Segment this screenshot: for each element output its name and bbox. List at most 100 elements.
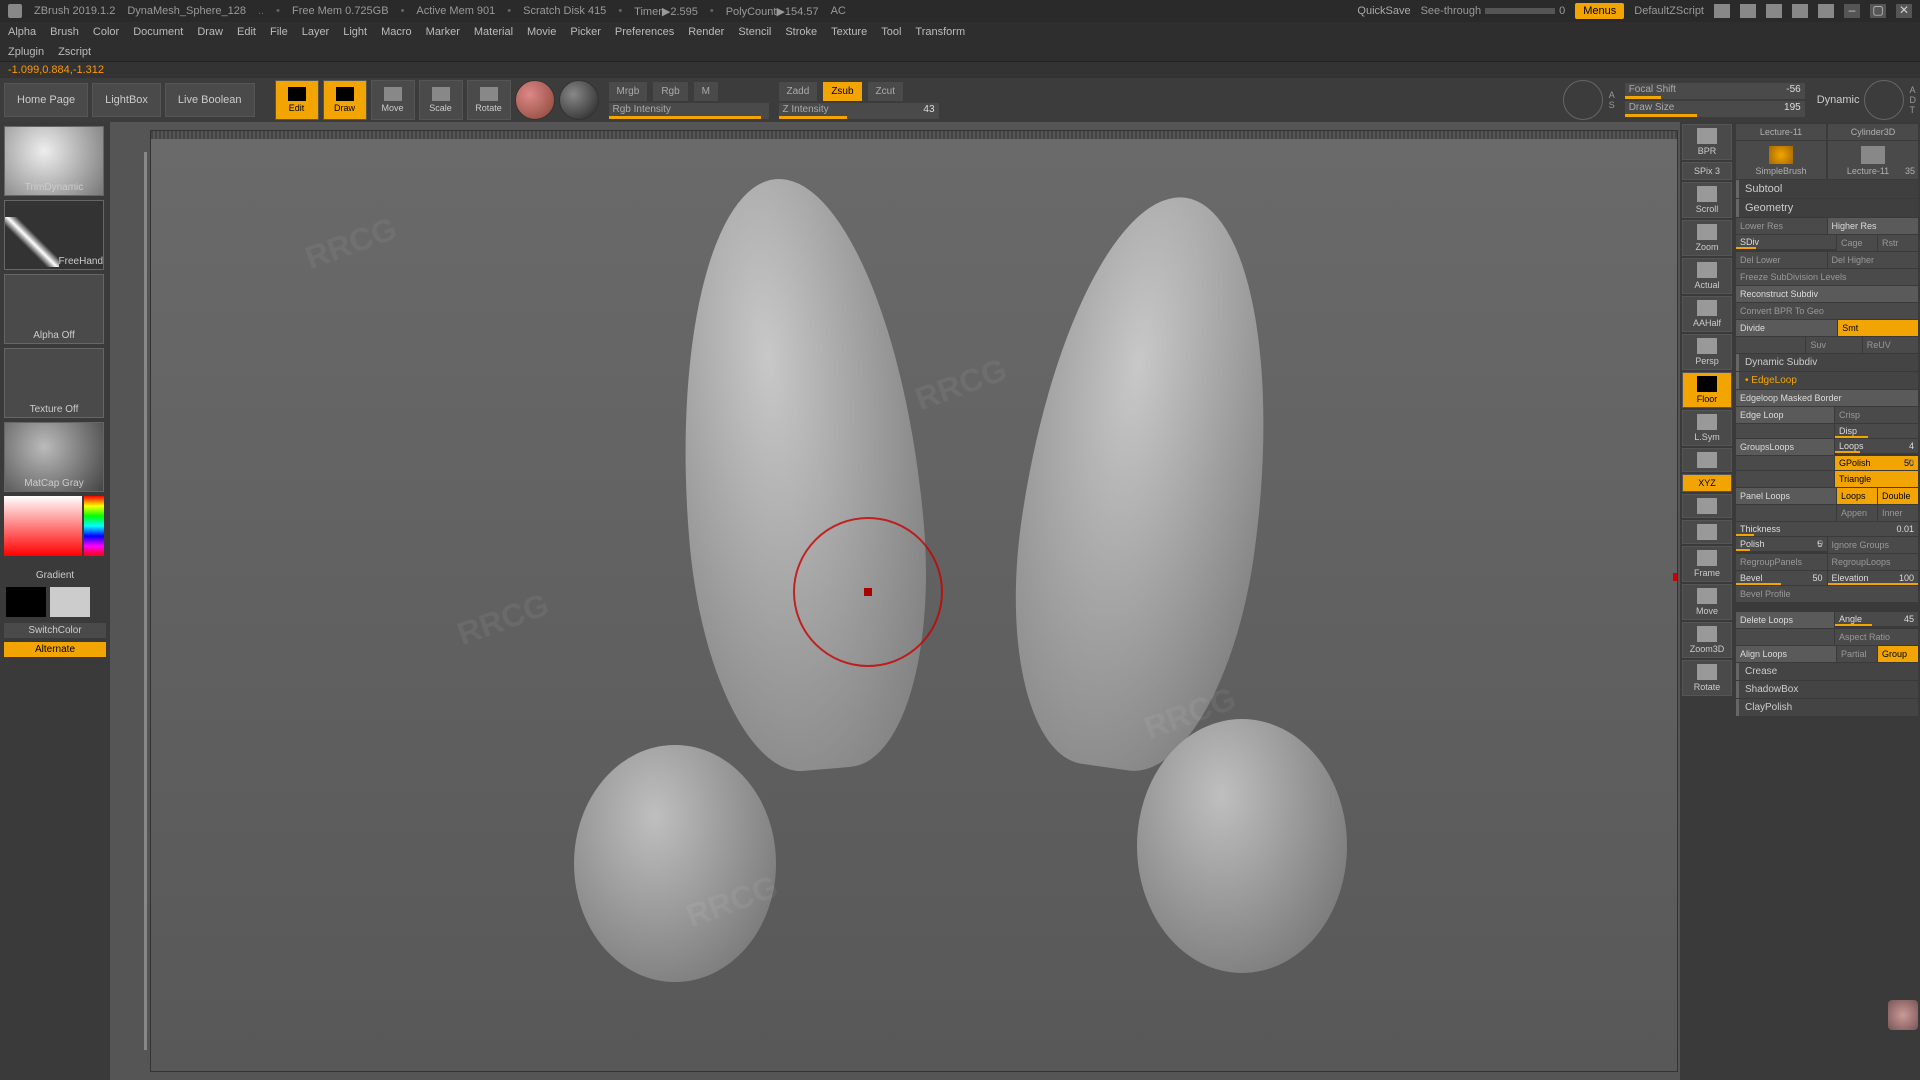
draw-size-slider[interactable]: Draw Size195 <box>1625 101 1805 117</box>
menu-zscript[interactable]: Zscript <box>58 46 91 58</box>
menu-transform[interactable]: Transform <box>915 26 965 38</box>
material-sphere2-icon[interactable] <box>559 80 599 120</box>
menu-tool[interactable]: Tool <box>881 26 901 38</box>
viewport-canvas[interactable]: RRCG RRCG RRCG RRCG RRCG <box>150 130 1678 1072</box>
minimize-button[interactable]: – <box>1844 4 1860 18</box>
panel-loops-button[interactable]: Panel Loops <box>1736 488 1836 504</box>
brush-selector[interactable]: TrimDynamic <box>4 126 104 196</box>
texture-selector[interactable]: Texture Off <box>4 348 104 418</box>
focal-shift-slider[interactable]: Focal Shift-56 <box>1625 83 1805 99</box>
lightbox-button[interactable]: LightBox <box>92 83 161 117</box>
seethrough-slider[interactable] <box>1485 8 1555 14</box>
dynamic-subdiv-header[interactable]: Dynamic Subdiv <box>1736 354 1918 371</box>
frame-button[interactable]: Frame <box>1682 546 1732 582</box>
edgeloop-header[interactable]: • EdgeLoop <box>1736 372 1918 389</box>
geometry-header[interactable]: Geometry <box>1736 199 1918 217</box>
menu-marker[interactable]: Marker <box>426 26 460 38</box>
rstr-button[interactable]: Rstr <box>1878 235 1918 251</box>
crease-header[interactable]: Crease <box>1736 663 1918 680</box>
float-window2-icon[interactable] <box>1792 4 1808 18</box>
spix-button[interactable]: SPix 3 <box>1682 162 1732 180</box>
menu-brush[interactable]: Brush <box>50 26 79 38</box>
scale-mode-button[interactable]: Scale <box>419 80 463 120</box>
smt-button[interactable]: Smt <box>1838 320 1918 336</box>
color-main-swatch[interactable] <box>6 587 46 617</box>
triangle-button[interactable]: Triangle <box>1835 471 1918 487</box>
append-button[interactable]: Appen <box>1837 505 1877 521</box>
scroll-button[interactable]: Scroll <box>1682 182 1732 218</box>
tool-slot-1[interactable]: Lecture-11 <box>1736 124 1826 140</box>
inner-button[interactable]: Inner <box>1878 505 1918 521</box>
floor-button[interactable]: Floor <box>1682 372 1732 408</box>
edit-mode-button[interactable]: Edit <box>275 80 319 120</box>
dynamic-toggle[interactable]: Dynamic <box>1817 94 1860 106</box>
lower-res-button[interactable]: Lower Res <box>1736 218 1827 234</box>
menu-file[interactable]: File <box>270 26 288 38</box>
material-sphere-icon[interactable] <box>515 80 555 120</box>
higher-res-button[interactable]: Higher Res <box>1828 218 1919 234</box>
rotate-mode-button[interactable]: Rotate <box>467 80 511 120</box>
menu-material[interactable]: Material <box>474 26 513 38</box>
aspect-ratio-button[interactable]: Aspect Ratio <box>1835 629 1918 645</box>
rotate-y-button[interactable] <box>1682 494 1732 518</box>
groupsloops-button[interactable]: GroupsLoops <box>1736 439 1834 455</box>
actual-button[interactable]: Actual <box>1682 258 1732 294</box>
zcut-button[interactable]: Zcut <box>868 82 903 101</box>
menu-render[interactable]: Render <box>688 26 724 38</box>
edge-loop-button[interactable]: Edge Loop <box>1736 407 1834 423</box>
zoom-button[interactable]: Zoom <box>1682 220 1732 256</box>
convert-bpr-button[interactable]: Convert BPR To Geo <box>1736 303 1918 319</box>
tool-slot-2[interactable]: Cylinder3D <box>1828 124 1918 140</box>
color-secondary-swatch[interactable] <box>50 587 90 617</box>
elevation-slider[interactable]: Elevation100 <box>1828 571 1919 585</box>
z-intensity-slider[interactable]: Z Intensity43 <box>779 103 939 119</box>
maximize-button[interactable]: ▢ <box>1870 4 1886 18</box>
thickness-slider[interactable]: Thickness0.01 <box>1736 522 1918 536</box>
menu-stroke[interactable]: Stroke <box>785 26 817 38</box>
loops2-button[interactable]: Loops <box>1837 488 1877 504</box>
regroup-loops-button[interactable]: RegroupLoops <box>1828 554 1919 570</box>
menu-macro[interactable]: Macro <box>381 26 412 38</box>
gradient-label[interactable]: Gradient <box>4 570 106 581</box>
bpr-button[interactable]: BPR <box>1682 124 1732 160</box>
persp-button[interactable]: Persp <box>1682 334 1732 370</box>
freeze-subdiv-button[interactable]: Freeze SubDivision Levels <box>1736 269 1918 285</box>
material-selector[interactable]: MatCap Gray <box>4 422 104 492</box>
home-page-button[interactable]: Home Page <box>4 83 88 117</box>
color-picker[interactable] <box>4 496 104 566</box>
menu-movie[interactable]: Movie <box>527 26 556 38</box>
switchcolor-button[interactable]: SwitchColor <box>4 623 106 638</box>
edgeloop-masked-button[interactable]: Edgeloop Masked Border <box>1736 390 1918 406</box>
partial-button[interactable]: Partial <box>1837 646 1877 662</box>
zoom3d-button[interactable]: Zoom3D <box>1682 622 1732 658</box>
close-button[interactable]: ✕ <box>1896 4 1912 18</box>
scale-ruler2-icon[interactable] <box>1740 4 1756 18</box>
menu-draw[interactable]: Draw <box>197 26 223 38</box>
rotate-z-button[interactable] <box>1682 520 1732 544</box>
menu-document[interactable]: Document <box>133 26 183 38</box>
zadd-button[interactable]: Zadd <box>779 82 818 101</box>
polish-slider[interactable]: Polish5 <box>1736 537 1827 551</box>
rotate-nav-button[interactable]: Rotate <box>1682 660 1732 696</box>
move-nav-button[interactable]: Move <box>1682 584 1732 620</box>
tool-slot-4[interactable]: Lecture-1135 <box>1828 141 1918 179</box>
bevel-slider[interactable]: Bevel50 <box>1736 571 1827 585</box>
delete-loops-button[interactable]: Delete Loops <box>1736 612 1834 628</box>
menu-zplugin[interactable]: Zplugin <box>8 46 44 58</box>
sdiv-slider[interactable]: SDiv <box>1736 235 1836 249</box>
draw-gyro-icon[interactable] <box>1864 80 1904 120</box>
regroup-panels-button[interactable]: RegroupPanels <box>1736 554 1827 570</box>
alpha-selector[interactable]: Alpha Off <box>4 274 104 344</box>
menu-picker[interactable]: Picker <box>570 26 601 38</box>
menu-stencil[interactable]: Stencil <box>738 26 771 38</box>
shadowbox-header[interactable]: ShadowBox <box>1736 681 1918 698</box>
bevel-profile-button[interactable]: Bevel Profile <box>1736 586 1918 602</box>
lock-icon[interactable] <box>1818 4 1834 18</box>
scale-ruler-icon[interactable] <box>1714 4 1730 18</box>
alternate-button[interactable]: Alternate <box>4 642 106 657</box>
del-higher-button[interactable]: Del Higher <box>1828 252 1919 268</box>
cage-button[interactable]: Cage <box>1837 235 1877 251</box>
menu-color[interactable]: Color <box>93 26 119 38</box>
aahalf-button[interactable]: AAHalf <box>1682 296 1732 332</box>
rgb-button[interactable]: Rgb <box>653 82 687 101</box>
